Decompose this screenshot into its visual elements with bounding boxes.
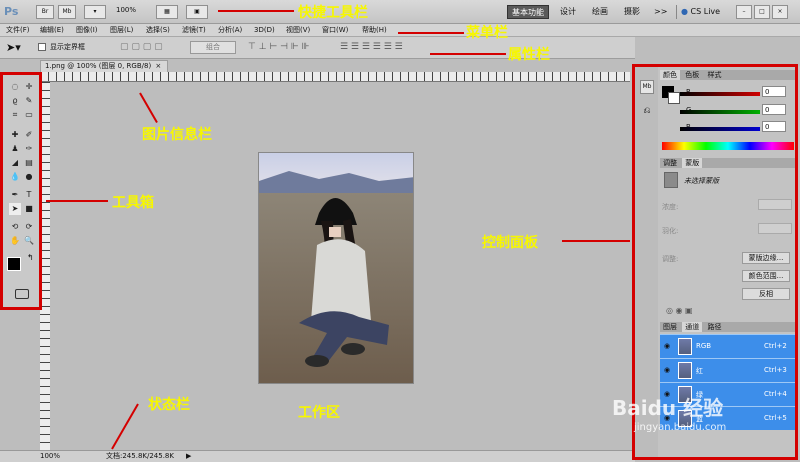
horizontal-ruler[interactable] — [40, 72, 630, 82]
status-zoom[interactable]: 100% — [40, 451, 60, 462]
close-button[interactable]: × — [772, 5, 788, 19]
workspace-essentials[interactable]: 基本功能 — [507, 5, 549, 19]
toolbox: ◌ ✛ ϱ ✎ ⌗ ▭ ✚ ✐ ♟ ✑ ◢ ▤ 💧 ● ✒ T ➤ ■ ⟲ ⟳ … — [0, 72, 42, 310]
gradient-tool-icon[interactable]: ▤ — [23, 157, 35, 169]
type-tool-icon[interactable]: T — [23, 189, 35, 201]
auto-select-checkbox[interactable] — [38, 43, 46, 51]
menu-analysis[interactable]: 分析(A) — [218, 25, 242, 36]
document-canvas[interactable] — [258, 152, 414, 384]
bridge-button[interactable]: Br — [36, 5, 54, 19]
annotation-status-bar: 状态栏 — [148, 397, 190, 413]
menu-file[interactable]: 文件(F) — [6, 25, 30, 36]
menu-filter[interactable]: 滤镜(T) — [182, 25, 206, 36]
arrow-quick-toolbar — [218, 10, 294, 12]
healing-brush-tool-icon[interactable]: ✚ — [9, 129, 21, 141]
annotation-workspace: 工作区 — [298, 405, 340, 421]
cs-live-button[interactable]: ● CS Live — [676, 5, 724, 19]
quick-selection-tool-icon[interactable]: ✎ — [23, 95, 35, 107]
foreground-color-swatch[interactable] — [7, 257, 21, 271]
crop-tool-icon[interactable]: ⌗ — [9, 109, 21, 121]
path-selection-tool-icon[interactable]: ➤ — [9, 203, 21, 215]
brush-tool-icon[interactable]: ✐ — [23, 129, 35, 141]
mini-bridge-button[interactable]: Mb — [58, 5, 76, 19]
screen-mode-button[interactable]: ▣ — [186, 5, 208, 19]
3d-orbit-tool-icon[interactable]: ⟳ — [23, 221, 35, 233]
menu-help[interactable]: 帮助(H) — [362, 25, 387, 36]
annotation-options-bar: 属性栏 — [508, 47, 550, 63]
blur-tool-icon[interactable]: 💧 — [9, 171, 21, 183]
menu-view[interactable]: 视图(V) — [286, 25, 310, 36]
photo-image — [259, 153, 413, 383]
clone-stamp-tool-icon[interactable]: ♟ — [9, 143, 21, 155]
eraser-tool-icon[interactable]: ◢ — [9, 157, 21, 169]
document-tab[interactable]: 1.png @ 100% (图层 0, RGB/8) × — [40, 60, 168, 72]
ruler-tool-icon[interactable]: ▭ — [23, 109, 35, 121]
menu-3d[interactable]: 3D(D) — [254, 25, 275, 36]
move-tool-icon[interactable]: ✛ — [23, 81, 35, 93]
menu-select[interactable]: 选择(S) — [146, 25, 170, 36]
status-bar: 100% 文档:245.8K/245.8K ▶ — [0, 450, 635, 462]
distribute-icons[interactable]: ☰ ☰ ☰ ☰ ☰ ☰ — [340, 42, 403, 52]
shape-tool-icon[interactable]: ■ — [23, 203, 35, 215]
more-workspaces-button[interactable]: >> — [650, 5, 671, 19]
workspace-design[interactable]: 设计 — [556, 5, 580, 19]
arrow-control-panel — [562, 240, 630, 242]
swap-colors-icon[interactable]: ↰ — [27, 253, 34, 262]
menu-bar: 文件(F) 编辑(E) 图像(I) 图层(L) 选择(S) 滤镜(T) 分析(A… — [0, 24, 800, 37]
arrange-documents-button[interactable]: ▦ — [156, 5, 178, 19]
workspace-photography[interactable]: 摄影 — [620, 5, 644, 19]
arrow-menu-bar — [398, 32, 464, 34]
align-icons[interactable]: ⊤ ⊥ ⊢ ⊣ ⊩ ⊪ — [248, 42, 309, 52]
workspace-painting[interactable]: 绘画 — [588, 5, 612, 19]
annotation-toolbox: 工具箱 — [112, 195, 154, 211]
pen-tool-icon[interactable]: ✒ — [9, 189, 21, 201]
annotation-quick-toolbar: 快捷工具栏 — [298, 5, 368, 21]
marquee-tool-icon[interactable]: ◌ — [9, 81, 21, 93]
menu-layer[interactable]: 图层(L) — [110, 25, 133, 36]
zoom-level-select[interactable]: 100% — [116, 6, 136, 14]
annotation-control-panel: 控制面板 — [482, 235, 538, 251]
transform-icons[interactable]: ▢ ▢ ▢ ▢ — [120, 42, 163, 52]
lasso-tool-icon[interactable]: ϱ — [9, 95, 21, 107]
watermark-url: jingyan.baidu.com — [634, 422, 727, 433]
status-menu-arrow-icon[interactable]: ▶ — [186, 451, 191, 462]
restore-button[interactable]: □ — [754, 5, 770, 19]
menu-edit[interactable]: 编辑(E) — [40, 25, 64, 36]
status-document-info: 文档:245.8K/245.8K — [106, 452, 174, 460]
show-transform-controls-label: 显示定界框 — [50, 43, 85, 51]
arrow-image-info-bar — [139, 92, 158, 123]
baidu-watermark: Baidu 经验 — [612, 396, 724, 420]
application-bar: Ps Br Mb ▾ 100% ▦ ▣ 基本功能 设计 绘画 摄影 >> ● C… — [0, 0, 800, 24]
arrow-toolbox — [46, 200, 108, 202]
combine-button[interactable]: 组合 — [190, 41, 236, 54]
cs-live-label: CS Live — [690, 7, 721, 16]
arrow-status-bar — [111, 403, 139, 450]
arrow-options-bar — [430, 53, 506, 55]
dodge-tool-icon[interactable]: ● — [23, 171, 35, 183]
quick-mask-icon[interactable] — [15, 289, 29, 299]
photoshop-logo: Ps — [4, 5, 19, 18]
move-tool-preset-icon[interactable]: ➤▾ — [6, 41, 21, 54]
document-title: 1.png @ 100% (图层 0, RGB/8) — [45, 62, 152, 70]
menu-image[interactable]: 图像(I) — [76, 25, 98, 36]
zoom-tool-icon[interactable]: 🔍 — [23, 235, 35, 247]
history-brush-tool-icon[interactable]: ✑ — [23, 143, 35, 155]
cs-live-icon: ● — [681, 7, 688, 16]
view-extras-button[interactable]: ▾ — [84, 5, 106, 19]
close-document-icon[interactable]: × — [155, 62, 161, 70]
annotation-image-info-bar: 图片信息栏 — [142, 127, 212, 143]
3d-rotate-tool-icon[interactable]: ⟲ — [9, 221, 21, 233]
annotation-menu-bar: 菜单栏 — [466, 25, 508, 41]
hand-tool-icon[interactable]: ✋ — [9, 235, 21, 247]
minimize-button[interactable]: – — [736, 5, 752, 19]
menu-window[interactable]: 窗口(W) — [322, 25, 348, 36]
